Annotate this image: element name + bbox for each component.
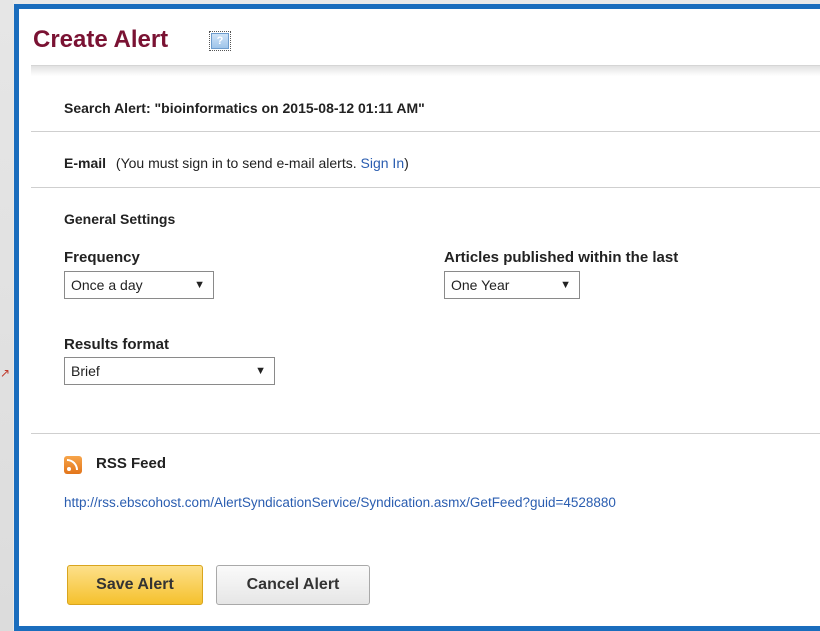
header-shadow	[31, 65, 820, 76]
general-settings-heading: General Settings	[64, 211, 176, 227]
articles-published-label: Articles published within the last	[444, 249, 679, 266]
rss-feed-label: RSS Feed	[96, 455, 167, 472]
arrow-icon: ↗	[0, 366, 11, 380]
search-alert-label: Search Alert: "bioinformatics on 2015-08…	[64, 100, 425, 116]
results-format-select[interactable]: Brief ▼	[64, 357, 275, 385]
divider	[31, 433, 820, 434]
create-alert-panel: Create Alert ? Search Alert: "bioinforma…	[14, 4, 820, 631]
cancel-alert-button[interactable]: Cancel Alert	[216, 565, 370, 605]
divider	[31, 187, 820, 188]
email-label: E-mail	[64, 155, 107, 171]
results-format-label: Results format	[64, 336, 170, 353]
email-note-end: )	[404, 155, 409, 171]
help-glyph: ?	[211, 33, 229, 49]
articles-published-select[interactable]: One Year ▼	[444, 271, 580, 299]
left-background	[0, 0, 13, 631]
page-title: Create Alert	[33, 26, 169, 53]
rss-icon	[64, 456, 82, 474]
save-alert-button[interactable]: Save Alert	[67, 565, 203, 605]
frequency-select[interactable]: Once a day ▼	[64, 271, 214, 299]
chevron-down-icon: ▼	[255, 365, 266, 377]
sign-in-link[interactable]: Sign In	[361, 155, 405, 171]
divider	[31, 131, 820, 132]
results-format-value: Brief	[71, 363, 100, 379]
chevron-down-icon: ▼	[194, 279, 205, 291]
email-row: E-mail (You must sign in to send e-mail …	[64, 155, 409, 171]
chevron-down-icon: ▼	[560, 279, 571, 291]
rss-feed-url[interactable]: http://rss.ebscohost.com/AlertSyndicatio…	[64, 495, 616, 510]
articles-published-value: One Year	[451, 277, 510, 293]
frequency-value: Once a day	[71, 277, 143, 293]
help-icon[interactable]: ?	[209, 31, 231, 51]
panel-header: Create Alert ?	[19, 9, 820, 65]
frequency-label: Frequency	[64, 249, 140, 266]
email-note: (You must sign in to send e-mail alerts.	[115, 155, 357, 171]
